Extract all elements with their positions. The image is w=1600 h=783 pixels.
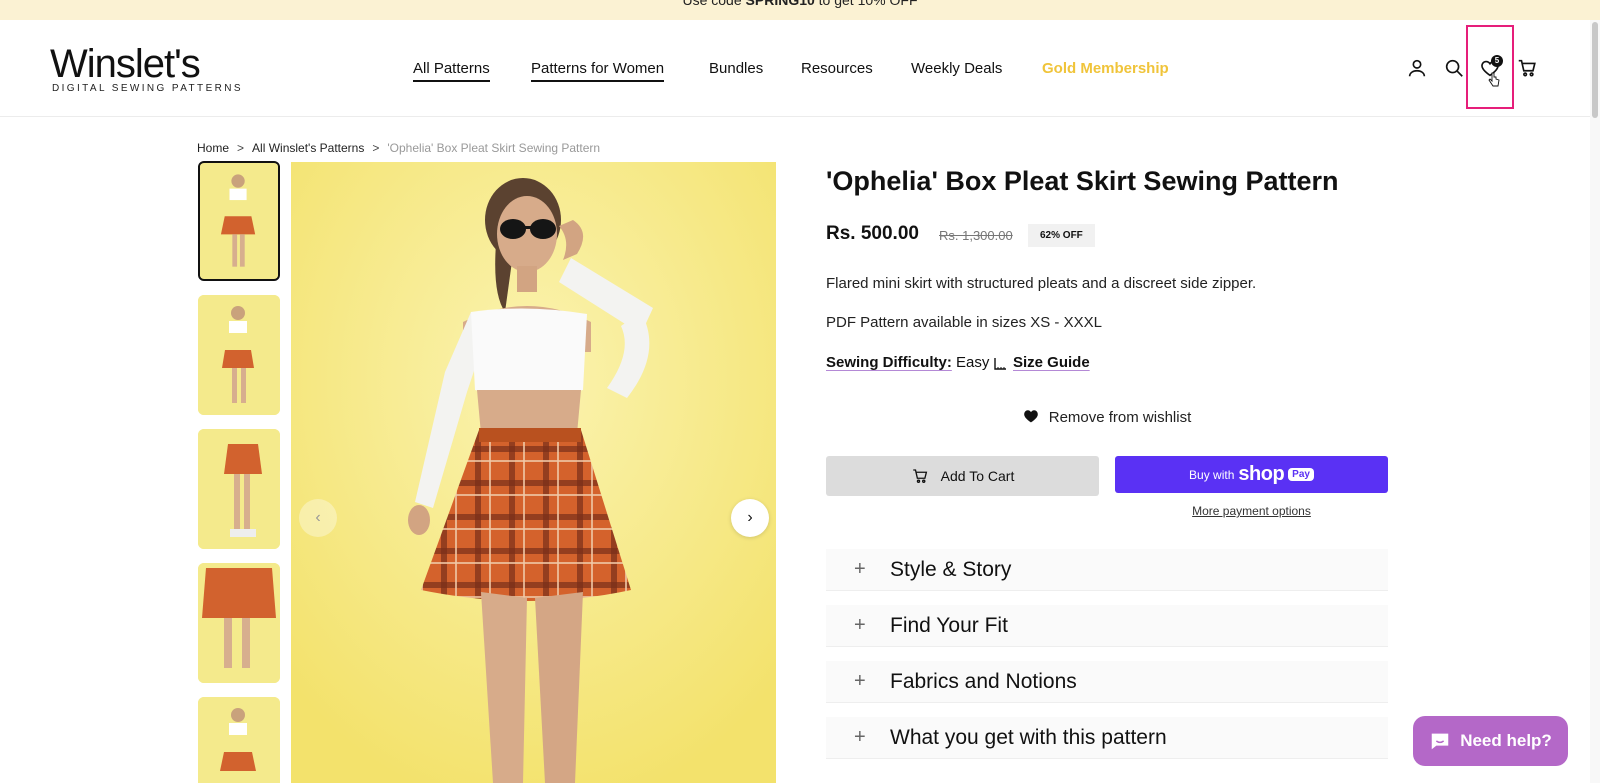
accordion-label: Find Your Fit (890, 614, 1008, 637)
chat-icon (1431, 733, 1449, 750)
plus-icon: + (854, 614, 866, 636)
shop-logo: shop (1238, 463, 1285, 485)
accordion-find-your-fit[interactable]: + Find Your Fit (826, 605, 1388, 647)
product-description: Flared mini skirt with structured pleats… (826, 275, 1257, 292)
accordion-what-you-get[interactable]: + What you get with this pattern (826, 717, 1388, 759)
remove-from-wishlist-button[interactable]: Remove from wishlist (826, 409, 1388, 426)
product-title: 'Ophelia' Box Pleat Skirt Sewing Pattern (826, 166, 1339, 196)
thumbnail-1[interactable] (198, 161, 280, 281)
compare-price: Rs. 1,300.00 (939, 228, 1013, 243)
difficulty-label[interactable]: Sewing Difficulty: (826, 354, 952, 371)
announcement-text: Use code SPRING10 to get 10% OFF (0, 0, 1600, 8)
nav-all-patterns[interactable]: All Patterns (413, 60, 490, 82)
thumbnail-2[interactable] (198, 295, 280, 415)
promo-code: SPRING10 (745, 0, 815, 8)
accordion-fabrics-and-notions[interactable]: + Fabrics and Notions (826, 661, 1388, 703)
cart-icon[interactable] (1516, 57, 1538, 79)
accordion-label: Fabrics and Notions (890, 670, 1077, 693)
breadcrumb-separator: > (372, 141, 380, 155)
more-payment-options-link[interactable]: More payment options (1115, 504, 1388, 518)
breadcrumb-collection[interactable]: All Winslet's Patterns (252, 141, 364, 155)
cart-icon (912, 469, 927, 483)
difficulty-value: Easy (956, 354, 990, 371)
nav-gold-membership[interactable]: Gold Membership (1042, 60, 1169, 77)
announcement-bar: Use code SPRING10 to get 10% OFF (0, 0, 1600, 20)
accordion-label: Style & Story (890, 558, 1012, 581)
breadcrumb: Home > All Winslet's Patterns > 'Ophelia' Bo… (197, 141, 600, 155)
shop-pay-button[interactable]: Buy with shop Pay (1115, 456, 1388, 493)
nav-resources[interactable]: Resources (801, 60, 873, 77)
add-to-cart-label: Add To Cart (940, 468, 1015, 484)
filled-heart-icon (1023, 410, 1038, 423)
product-sizes-note: PDF Pattern available in sizes XS - XXXL (826, 314, 1102, 331)
ruler-icon (994, 358, 1006, 370)
thumbnail-3[interactable] (198, 429, 280, 549)
need-help-chat-button[interactable]: Need help? (1413, 716, 1568, 766)
cursor-hand-icon (1488, 72, 1500, 88)
page-scrollbar[interactable] (1590, 20, 1600, 783)
logo-wordmark: Winslet's (50, 42, 201, 86)
scrollbar-thumb[interactable] (1592, 22, 1598, 118)
pay-badge: Pay (1288, 468, 1314, 481)
add-to-cart-button[interactable]: Add To Cart (826, 456, 1099, 496)
remove-from-wishlist-label: Remove from wishlist (1048, 409, 1192, 426)
breadcrumb-separator: > (237, 141, 245, 155)
accordion-label: What you get with this pattern (890, 726, 1167, 749)
chevron-right-icon[interactable]: › (731, 499, 769, 537)
plus-icon: + (854, 726, 866, 748)
plus-icon: + (854, 670, 866, 692)
plus-icon: + (854, 558, 866, 580)
product-price: Rs. 500.00 (826, 223, 919, 244)
site-header: Winslet's DIGITAL SEWING PATTERNS All Pa… (0, 20, 1600, 117)
buy-with-label: Buy with (1189, 467, 1235, 482)
difficulty-row: Sewing Difficulty: Easy Size Guide (826, 354, 1090, 371)
product-photo (291, 162, 776, 783)
discount-badge: 62% OFF (1028, 224, 1095, 247)
chevron-left-icon[interactable]: ‹ (299, 499, 337, 537)
product-info: 'Ophelia' Box Pleat Skirt Sewing Pattern… (826, 166, 1388, 759)
wishlist-highlight-box (1466, 25, 1514, 109)
logo-tagline: DIGITAL SEWING PATTERNS (52, 83, 243, 94)
nav-weekly-deals[interactable]: Weekly Deals (911, 60, 1002, 77)
breadcrumb-home[interactable]: Home (197, 141, 229, 155)
product-main-image: ‹ › (291, 162, 776, 783)
thumbnail-4[interactable] (198, 563, 280, 683)
accordion-style-and-story[interactable]: + Style & Story (826, 549, 1388, 591)
user-icon[interactable] (1406, 57, 1428, 79)
size-guide-link[interactable]: Size Guide (1013, 354, 1090, 371)
need-help-label: Need help? (1460, 731, 1552, 750)
nav-patterns-for-women[interactable]: Patterns for Women (531, 60, 665, 82)
nav-bundles[interactable]: Bundles (709, 60, 763, 77)
thumbnail-5[interactable] (198, 697, 280, 783)
search-icon[interactable] (1443, 57, 1465, 79)
breadcrumb-current: 'Ophelia' Box Pleat Skirt Sewing Pattern (387, 141, 601, 155)
